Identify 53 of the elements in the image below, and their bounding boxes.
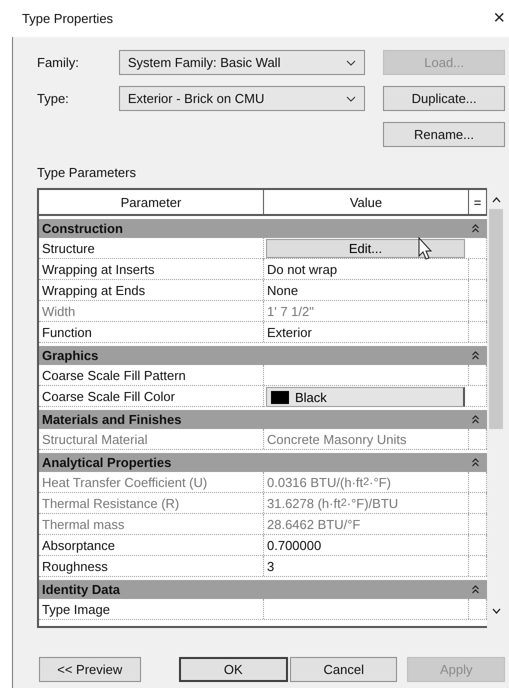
column-header[interactable]: Parameter	[39, 190, 264, 214]
value-cell: Exterior	[264, 322, 469, 342]
value-cell: Concrete Masonry Units	[264, 429, 469, 449]
value-cell: None	[264, 280, 469, 300]
section-label: Type Parameters	[37, 165, 137, 180]
scroll-up-icon[interactable]	[492, 197, 500, 203]
window-title: Type Properties	[22, 11, 114, 26]
field-label: Type:	[37, 91, 70, 106]
parameter-cell: Coarse Scale Fill Pattern	[39, 365, 264, 385]
rename-button[interactable]: Rename...	[383, 122, 505, 147]
parameter-cell: Thermal Resistance (R)	[39, 493, 264, 513]
parameter-cell: Width	[39, 301, 264, 321]
dropdown-icon	[346, 60, 356, 66]
parameter-cell: Structural Material	[39, 429, 264, 449]
value-cell: 28.6462 BTU/°F	[264, 514, 469, 534]
parameter-cell: Function	[39, 322, 264, 342]
value-cell: 1' 7 1/2"	[264, 301, 469, 321]
close-button[interactable]: ×	[493, 7, 505, 30]
group-header[interactable]: Construction	[39, 216, 487, 238]
parameter-cell: Wrapping at Ends	[39, 280, 264, 300]
column-header[interactable]: =	[469, 190, 487, 214]
parameter-cell: Wrapping at Inserts	[39, 259, 264, 279]
group-header[interactable]: Graphics	[39, 343, 487, 365]
dropdown-icon	[346, 96, 356, 102]
collapse-icon[interactable]	[472, 224, 479, 233]
parameter-cell: Thermal mass	[39, 514, 264, 534]
collapse-icon[interactable]	[472, 415, 479, 424]
color-button[interactable]: Black	[266, 387, 465, 407]
column-header[interactable]: Value	[264, 190, 469, 214]
edit-button[interactable]: Edit...	[266, 239, 465, 258]
dialog-button[interactable]: Cancel	[290, 657, 398, 682]
field-label: Family:	[37, 55, 80, 70]
parameter-cell: Type Image	[39, 599, 264, 619]
parameter-cell: Absorptance	[39, 535, 264, 555]
dialog-button[interactable]: << Preview	[39, 657, 141, 682]
parameter-cell: Roughness	[39, 556, 264, 576]
parameter-cell: Heat Transfer Coefficient (U)	[39, 472, 264, 492]
collapse-icon[interactable]	[472, 585, 479, 594]
value-cell: 0.700000	[264, 535, 469, 555]
action-button[interactable]: Duplicate...	[383, 86, 505, 111]
dropdown-field[interactable]: Exterior - Brick on CMU	[118, 86, 366, 111]
value-cell: Do not wrap	[264, 259, 469, 279]
dropdown-field[interactable]: System Family: Basic Wall	[118, 50, 366, 75]
group-header[interactable]: Identity Data	[39, 577, 487, 599]
collapse-icon[interactable]	[472, 458, 479, 467]
dialog-button[interactable]: OK	[178, 657, 288, 682]
scroll-thumb[interactable]	[489, 209, 503, 429]
collapse-icon[interactable]	[472, 351, 479, 360]
value-cell: 3	[264, 556, 469, 576]
group-header[interactable]: Materials and Finishes	[39, 407, 487, 429]
group-header[interactable]: Analytical Properties	[39, 450, 487, 472]
parameter-cell: Structure	[39, 238, 264, 259]
scroll-down-icon[interactable]	[492, 608, 500, 614]
